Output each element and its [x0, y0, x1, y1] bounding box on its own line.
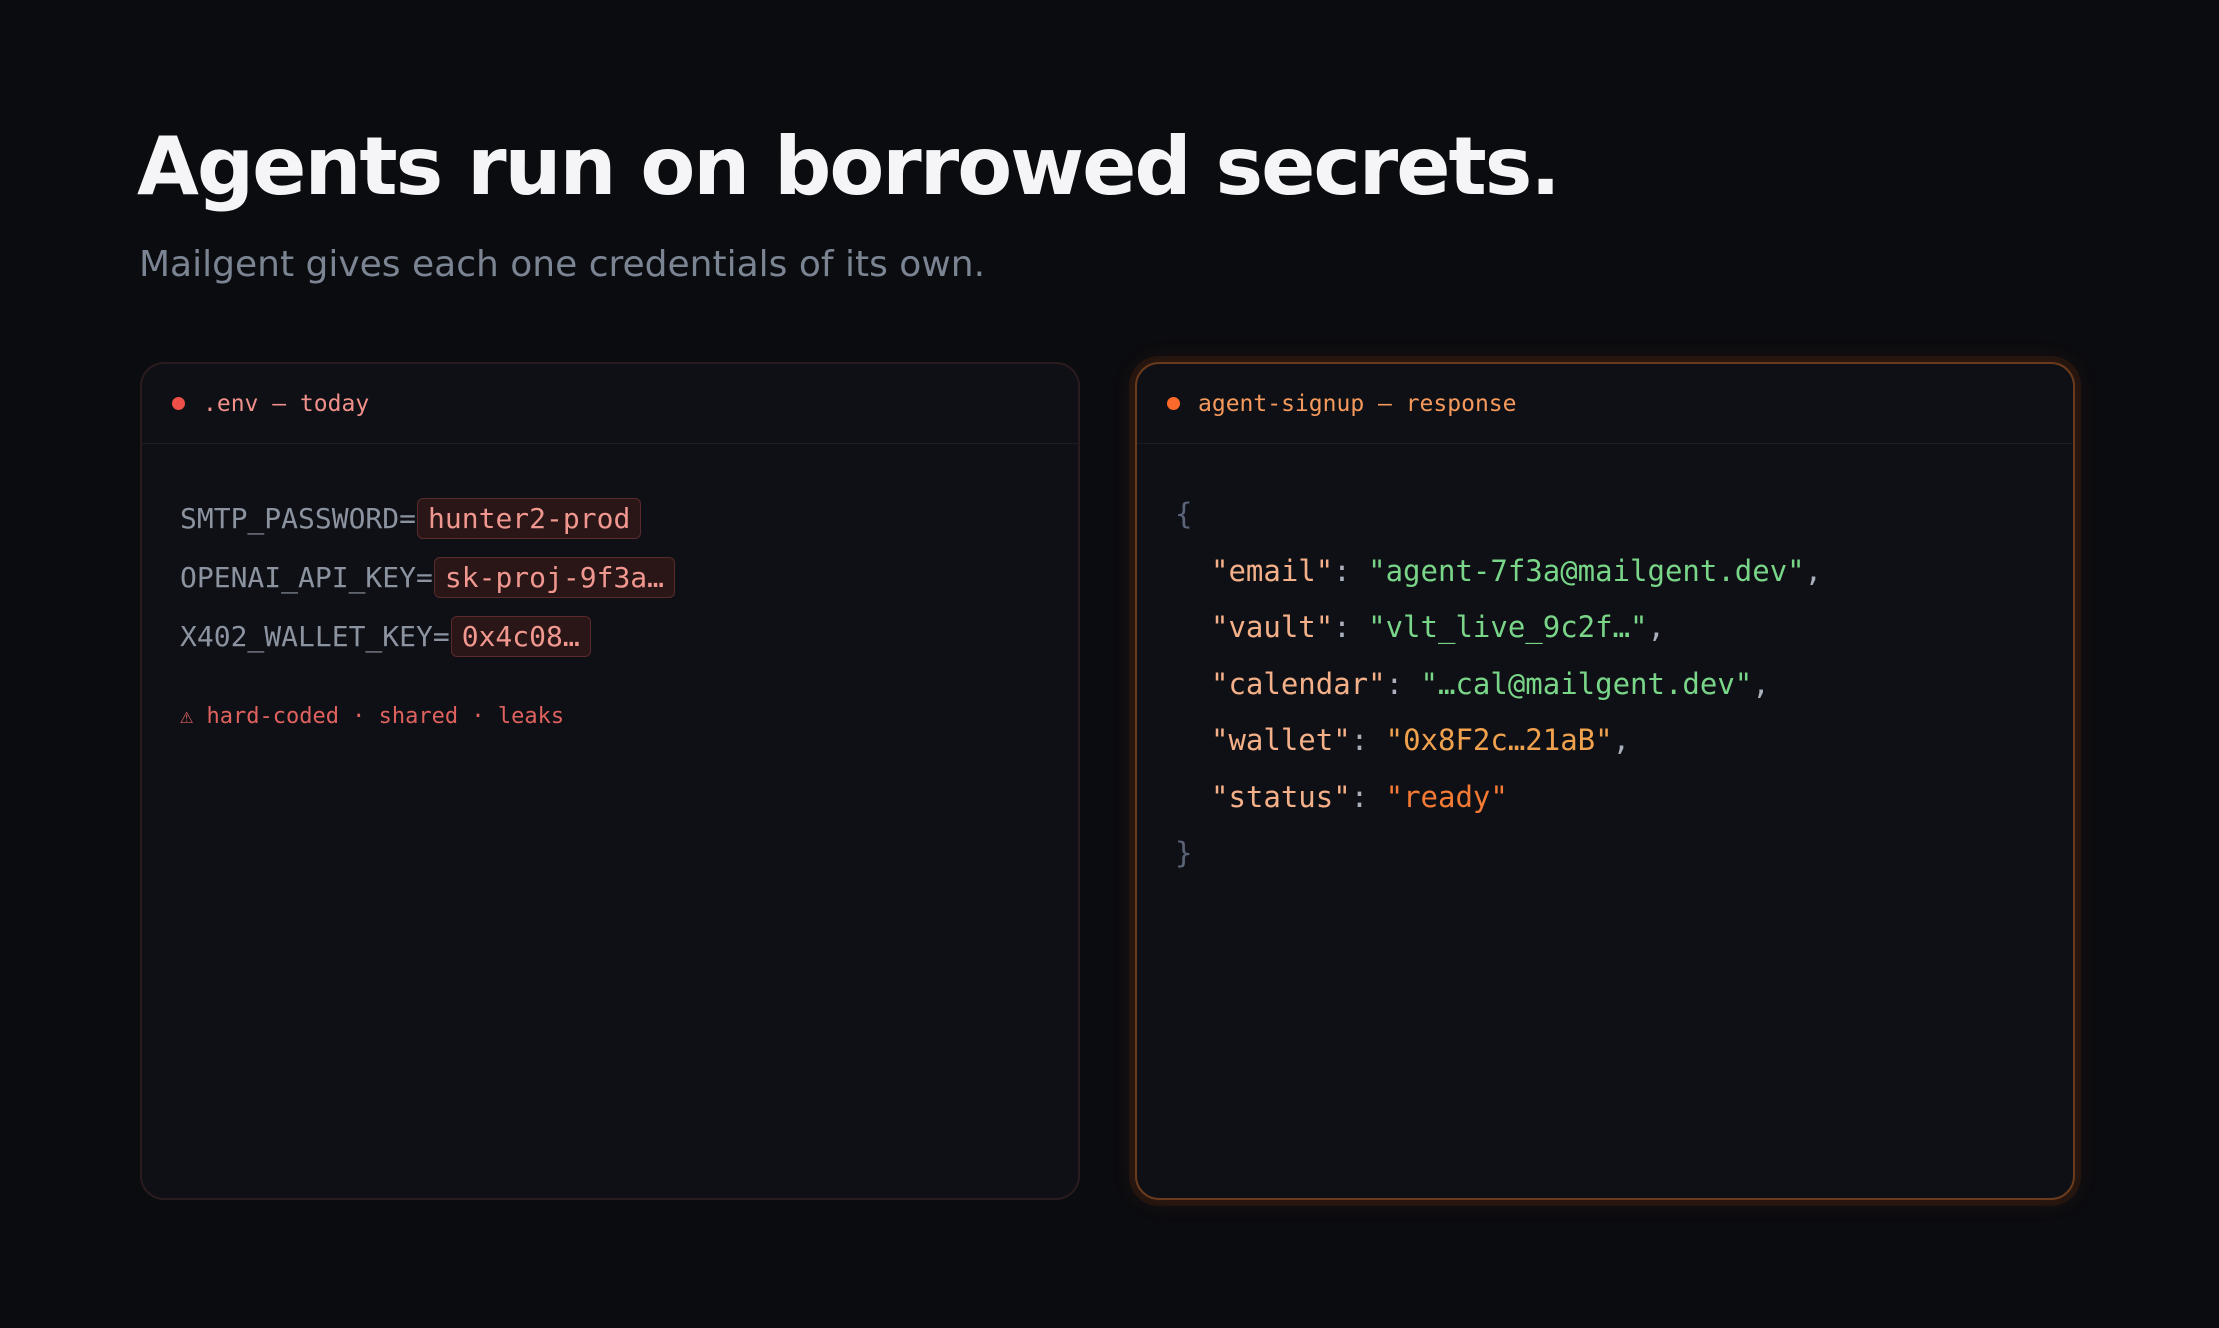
- env-panel-title: .env — today: [203, 390, 370, 417]
- json-value: "0x8F2c…21aB": [1385, 723, 1613, 757]
- json-value: "agent-7f3a@mailgent.dev": [1368, 553, 1805, 588]
- json-entry-status: "status": "ready": [1211, 779, 1508, 814]
- json-value: "…cal@mailgent.dev": [1420, 666, 1753, 701]
- env-secret-value: 0x4c08…: [450, 616, 591, 657]
- json-entry-email: "email": "agent-7f3a@mailgent.dev",: [1211, 553, 1823, 588]
- json-open-brace: {: [1175, 497, 1193, 531]
- env-panel-header: .env — today: [142, 364, 1078, 444]
- signup-status-dot-icon: [1167, 397, 1180, 410]
- env-key: SMTP_PASSWORD=: [180, 502, 417, 535]
- env-secret-value: sk-proj-9f3a…: [433, 557, 676, 598]
- page-title: Agents run on borrowed secrets.: [137, 120, 1561, 213]
- json-key: "calendar": [1211, 666, 1386, 701]
- json-key: "vault": [1211, 610, 1334, 644]
- env-secret-value: hunter2-prod: [417, 498, 642, 539]
- env-line-wallet: X402_WALLET_KEY= 0x4c08…: [180, 607, 1078, 666]
- env-line-openai: OPENAI_API_KEY= sk-proj-9f3a…: [180, 548, 1078, 607]
- page-subtitle: Mailgent gives each one credentials of i…: [139, 244, 986, 285]
- json-entry-wallet: "wallet": "0x8F2c…21aB",: [1211, 723, 1631, 757]
- json-key: "status": [1211, 779, 1351, 814]
- env-key: X402_WALLET_KEY=: [180, 620, 450, 653]
- json-entry-calendar: "calendar": "…cal@mailgent.dev",: [1211, 666, 1770, 701]
- json-value: "vlt_live_9c2f…": [1368, 610, 1648, 644]
- env-status-dot-icon: [172, 397, 185, 410]
- env-panel: .env — today SMTP_PASSWORD= hunter2-prod …: [140, 362, 1080, 1200]
- json-response: { "email": "agent-7f3a@mailgent.dev", "v…: [1137, 444, 2073, 882]
- json-entry-vault: "vault": "vlt_live_9c2f…",: [1211, 610, 1665, 644]
- env-key: OPENAI_API_KEY=: [180, 561, 433, 594]
- signup-panel-header: agent-signup — response: [1137, 364, 2073, 444]
- signup-panel-title: agent-signup — response: [1198, 390, 1517, 417]
- json-close-brace: }: [1175, 836, 1193, 870]
- env-lines: SMTP_PASSWORD= hunter2-prod OPENAI_API_KE…: [142, 444, 1078, 666]
- json-key: "wallet": [1211, 723, 1351, 757]
- signup-response-panel: agent-signup — response { "email": "agen…: [1135, 362, 2075, 1200]
- json-key: "email": [1211, 553, 1334, 588]
- env-line-smtp: SMTP_PASSWORD= hunter2-prod: [180, 489, 1078, 548]
- json-value: "ready": [1385, 779, 1508, 814]
- env-warning: ⚠ hard-coded · shared · leaks: [180, 704, 565, 729]
